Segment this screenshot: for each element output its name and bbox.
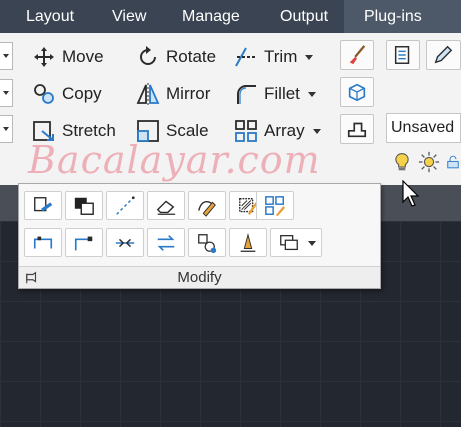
lengthen-icon [33, 236, 53, 248]
set-by-layer-button[interactable] [188, 228, 226, 257]
overkill-icon [280, 234, 298, 250]
pencil-icon [434, 45, 453, 64]
align-button[interactable] [65, 228, 103, 257]
menu-item-manage[interactable]: Manage [152, 0, 250, 33]
modify-panel-title[interactable]: Modify [19, 269, 380, 286]
erase-tool-button[interactable] [340, 40, 374, 70]
mirror-icon [136, 83, 160, 105]
cube-icon [348, 83, 366, 102]
rotate-button[interactable]: Rotate [136, 42, 216, 72]
menu-item-view[interactable]: View [84, 0, 152, 33]
lock-icon[interactable] [446, 151, 460, 173]
overkill-dropdown-caret[interactable] [308, 241, 316, 246]
array-button[interactable]: Array [234, 116, 321, 146]
rotate-label: Rotate [166, 47, 217, 66]
copy-label: Copy [62, 84, 102, 103]
trim-button[interactable]: Trim [234, 42, 314, 72]
stretch-label: Stretch [62, 121, 116, 140]
edit-array-icon [265, 195, 286, 216]
copy-icon [34, 84, 54, 104]
join-button[interactable] [106, 228, 144, 257]
lightbulb-icon[interactable] [392, 151, 412, 173]
layer-properties-icon [394, 46, 410, 64]
trim-icon [235, 47, 256, 67]
menu-item-plug-ins[interactable]: Plug-ins [344, 0, 461, 33]
stretch-icon [33, 121, 54, 141]
copy-properties-icon [34, 196, 53, 211]
menu-bar: Layout View Manage Output Plug-ins [0, 0, 461, 33]
edit-array-button[interactable] [256, 191, 294, 220]
layer-states-button[interactable] [426, 40, 461, 70]
copy-button[interactable]: Copy [32, 79, 102, 109]
edit-pline-icon [198, 200, 216, 217]
modify-expanded-panel: Modify [18, 183, 381, 289]
mouse-cursor-icon [402, 180, 420, 207]
menu-item-output[interactable]: Output [250, 0, 344, 33]
edit-spline-icon [240, 232, 256, 252]
left-dropdown-stub-3[interactable] [0, 115, 13, 143]
layer-icons-row [392, 151, 461, 177]
break-button[interactable] [106, 191, 144, 220]
draworder-button[interactable] [65, 191, 103, 220]
move-button[interactable]: Move [32, 42, 104, 72]
3d-block-button[interactable] [340, 77, 374, 107]
join-icon [115, 238, 135, 247]
mirror-label: Mirror [166, 84, 211, 103]
erase-icon [156, 200, 176, 215]
stretch-button[interactable]: Stretch [32, 116, 116, 146]
lengthen-button[interactable] [24, 228, 62, 257]
modify-panel-footer: Modify [19, 266, 380, 288]
reverse-button[interactable] [147, 228, 185, 257]
mirror-button[interactable]: Mirror [136, 79, 210, 109]
scale-icon [137, 120, 159, 142]
move-icon [34, 47, 54, 67]
fillet-button[interactable]: Fillet [234, 79, 316, 109]
layer-state-dropdown[interactable]: Unsaved [386, 113, 461, 143]
erase-button[interactable] [147, 191, 185, 220]
fillet-dropdown-caret[interactable] [307, 91, 316, 97]
trim-label: Trim [264, 47, 298, 66]
brush-icon [349, 45, 366, 65]
trim-dropdown-caret[interactable] [305, 54, 314, 60]
layer-properties-button[interactable] [386, 40, 420, 70]
array-label: Array [264, 121, 305, 140]
profile-icon [347, 122, 367, 138]
fillet-icon [237, 85, 256, 104]
copy-properties-button[interactable] [24, 191, 62, 220]
array-icon [235, 120, 257, 142]
break-line-icon [116, 195, 135, 215]
sun-icon[interactable] [418, 151, 440, 173]
rotate-icon [140, 46, 156, 65]
left-dropdown-stub-2[interactable] [0, 79, 13, 107]
scale-label: Scale [166, 121, 209, 140]
left-dropdown-stub-1[interactable] [0, 42, 13, 70]
overkill-button[interactable] [270, 228, 322, 257]
scale-button[interactable]: Scale [136, 116, 209, 146]
fillet-label: Fillet [264, 84, 300, 103]
menu-item-layout[interactable]: Layout [0, 0, 84, 33]
edit-polyline-button[interactable] [188, 191, 226, 220]
edit-spline-button[interactable] [229, 228, 267, 257]
align-icon [74, 236, 93, 250]
set-by-layer-icon [198, 233, 217, 253]
layer-state-value: Unsaved [391, 119, 455, 136]
array-dropdown-caret[interactable] [312, 128, 321, 134]
reverse-icon [157, 234, 175, 251]
draworder-icon [74, 197, 94, 215]
profile-tool-button[interactable] [340, 114, 374, 144]
move-label: Move [62, 47, 104, 66]
